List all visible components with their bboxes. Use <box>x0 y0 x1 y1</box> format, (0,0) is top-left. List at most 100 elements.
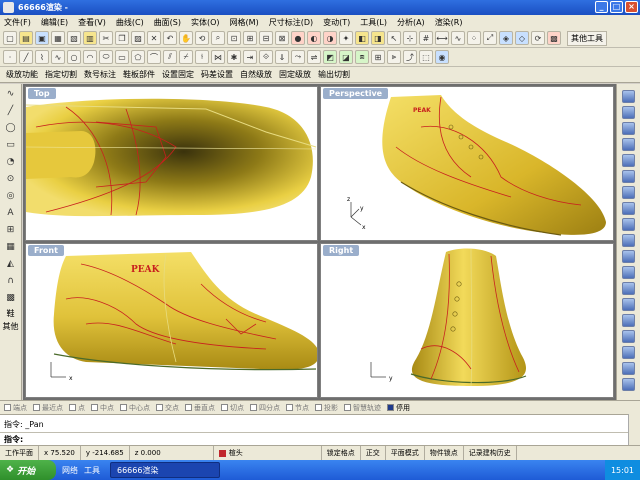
history-icon[interactable]: ⟳ <box>531 31 545 45</box>
split-icon[interactable]: ⫮ <box>195 50 209 64</box>
point-edit-icon[interactable]: ⁘ <box>467 31 481 45</box>
shade-icon[interactable]: ● <box>291 31 305 45</box>
menu-item[interactable]: 尺寸标注(D) <box>269 17 313 28</box>
block-tool-icon[interactable]: ⊞ <box>3 223 18 238</box>
analyze-icon[interactable]: ◈ <box>499 31 513 45</box>
osnap-option[interactable]: 垂直点 <box>185 403 215 413</box>
menu-item[interactable]: 网格(M) <box>230 17 259 28</box>
osnap-option[interactable]: 智慧轨迹 <box>344 403 381 413</box>
fillet-edge-icon[interactable] <box>622 266 635 279</box>
open-file-icon[interactable]: ▤ <box>19 31 33 45</box>
offset-icon[interactable]: ⫽ <box>163 50 177 64</box>
menu-item[interactable]: 编辑(E) <box>41 17 68 28</box>
other-tools-button[interactable]: 其他工具 <box>567 30 607 46</box>
render-preview-icon[interactable] <box>622 90 635 103</box>
front-viewport[interactable]: Front PEAK x <box>25 243 318 398</box>
measure-icon[interactable]: ◇ <box>515 31 529 45</box>
cplane-status[interactable]: 工作平面 <box>0 446 39 460</box>
render-mesh-icon[interactable] <box>622 330 635 343</box>
osnap-option[interactable]: 切点 <box>221 403 244 413</box>
copy-icon[interactable]: ❐ <box>115 31 129 45</box>
osnap-checkbox[interactable] <box>315 404 322 411</box>
curve-icon[interactable]: ∿ <box>51 50 65 64</box>
current-layer[interactable]: 楦头 <box>214 446 322 460</box>
curvature-tool-icon[interactable] <box>622 378 635 391</box>
project-icon[interactable]: ⇓ <box>275 50 289 64</box>
history-toggle[interactable]: 记录建构历史 <box>464 446 517 460</box>
ellipse-tool-icon[interactable]: ⊙ <box>3 172 18 187</box>
shoe-command-tab[interactable]: 指定切割 <box>45 69 77 80</box>
arch-tool-icon[interactable]: ∩ <box>3 274 18 289</box>
revolve-tool-icon[interactable] <box>622 154 635 167</box>
unroll-icon[interactable]: ⬚ <box>419 50 433 64</box>
shoe-command-tab[interactable]: 鞋板部件 <box>123 69 155 80</box>
sweep-icon[interactable]: ◪ <box>339 50 353 64</box>
match-icon[interactable]: ⇌ <box>307 50 321 64</box>
curve-tool-icon[interactable]: ∿ <box>3 87 18 102</box>
osnap-checkbox[interactable] <box>221 404 228 411</box>
render-icon[interactable]: ◐ <box>307 31 321 45</box>
planar-toggle[interactable]: 平面模式 <box>386 446 425 460</box>
import-icon[interactable]: ▧ <box>67 31 81 45</box>
blend-tool-icon[interactable] <box>622 202 635 215</box>
cut-icon[interactable]: ✂ <box>99 31 113 45</box>
osnap-option[interactable]: 节点 <box>286 403 309 413</box>
osnap-option[interactable]: 点 <box>69 403 85 413</box>
loft-tool-icon[interactable] <box>622 122 635 135</box>
circle-icon[interactable]: ○ <box>67 50 81 64</box>
osnap-checkbox[interactable] <box>185 404 192 411</box>
right-viewport-label[interactable]: Right <box>323 245 360 256</box>
analysis-tool-icon[interactable] <box>622 346 635 359</box>
network-menu[interactable]: 网络 <box>62 465 78 476</box>
mesh-convert-icon[interactable] <box>622 314 635 327</box>
transform-icon[interactable]: ⤢ <box>483 31 497 45</box>
offset-surface-icon[interactable] <box>622 218 635 231</box>
menu-item[interactable]: 工具(L) <box>360 17 387 28</box>
taskbar-rhino-window[interactable]: 66666渲染 <box>110 462 220 478</box>
select-icon[interactable]: ↖ <box>387 31 401 45</box>
blend-icon[interactable]: ⤳ <box>291 50 305 64</box>
osnap-checkbox[interactable] <box>120 404 127 411</box>
network-tool-icon[interactable] <box>622 186 635 199</box>
solid-tool-icon[interactable]: ◭ <box>3 257 18 272</box>
menu-item[interactable]: 渲染(R) <box>435 17 463 28</box>
fillet-icon[interactable]: ⌒ <box>147 50 161 64</box>
print-icon[interactable]: ▦ <box>51 31 65 45</box>
arc-tool-icon[interactable]: ◔ <box>3 155 18 170</box>
shoe-command-tab[interactable]: 设置固定 <box>162 69 194 80</box>
perspective-viewport[interactable]: Perspective PEAK z y x <box>320 86 614 241</box>
circle-tool-icon[interactable]: ◯ <box>3 121 18 136</box>
command-prompt[interactable]: 指令: <box>0 432 640 445</box>
shell-tool-icon[interactable] <box>622 282 635 295</box>
lights-icon[interactable]: ✦ <box>339 31 353 45</box>
text-tool-icon[interactable]: A <box>3 206 18 221</box>
top-viewport[interactable]: Top <box>25 86 318 241</box>
other-button[interactable]: 其他 <box>3 321 19 332</box>
osnap-checkbox[interactable] <box>286 404 293 411</box>
extrude-tool-icon[interactable] <box>622 234 635 247</box>
curve-edit-icon[interactable]: ∿ <box>451 31 465 45</box>
osnap-icon[interactable]: ⊹ <box>403 31 417 45</box>
shoe-command-tab[interactable]: 数号标注 <box>84 69 116 80</box>
save-file-icon[interactable]: ▣ <box>35 31 49 45</box>
explode-icon[interactable]: ✱ <box>227 50 241 64</box>
options-icon[interactable]: ▩ <box>547 31 561 45</box>
close-button[interactable]: × <box>625 1 638 13</box>
grid-snap-toggle[interactable]: 锁定格点 <box>322 446 361 460</box>
layer-icon[interactable]: ◧ <box>355 31 369 45</box>
pan-icon[interactable]: ✋ <box>179 31 193 45</box>
tools-menu[interactable]: 工具 <box>84 465 100 476</box>
shoe-command-tab[interactable]: 自然级放 <box>240 69 272 80</box>
zoom-selected-icon[interactable]: ⊟ <box>259 31 273 45</box>
osnap-checkbox[interactable] <box>344 404 351 411</box>
rectangle-tool-icon[interactable]: ▭ <box>3 138 18 153</box>
menu-item[interactable]: 变动(T) <box>323 17 350 28</box>
command-scrollbar[interactable] <box>628 414 640 445</box>
menu-item[interactable]: 文件(F) <box>4 17 31 28</box>
trim-icon[interactable]: ⌿ <box>179 50 193 64</box>
osnap-checkbox[interactable] <box>4 404 11 411</box>
surface-icon[interactable]: ◩ <box>323 50 337 64</box>
osnap-option[interactable]: 中点 <box>91 403 114 413</box>
osnap-checkbox[interactable] <box>91 404 98 411</box>
menu-item[interactable]: 查看(V) <box>78 17 106 28</box>
